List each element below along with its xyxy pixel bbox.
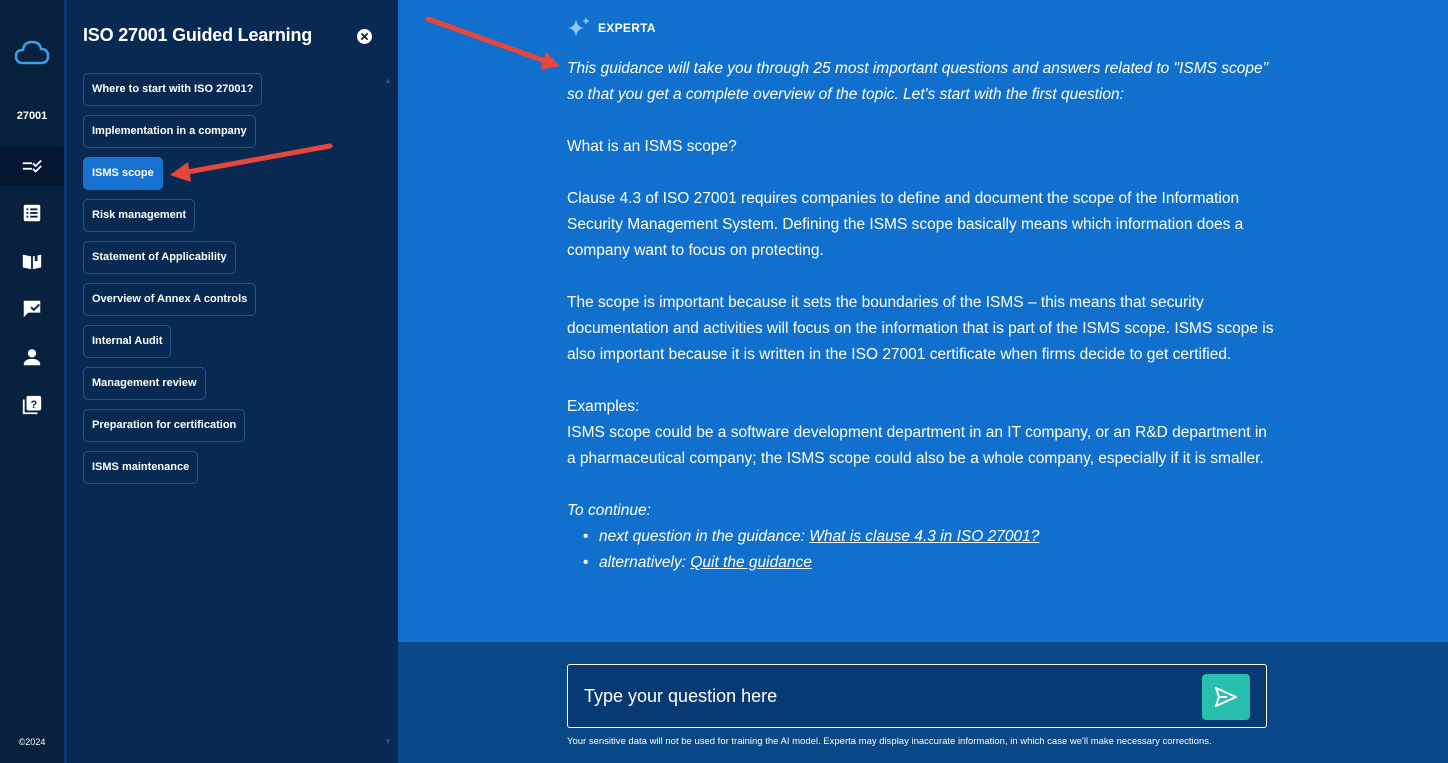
chat-check-icon [23, 300, 41, 318]
standard-code[interactable]: 27001 [0, 110, 64, 122]
user-icon [23, 349, 41, 366]
checklist-icon [22, 159, 42, 173]
close-panel-button[interactable] [357, 29, 372, 44]
answer-paragraph-2: The scope is important because it sets t… [567, 294, 1274, 363]
alt-prefix: alternatively: [599, 554, 691, 571]
assistant-message: This guidance will take you through 25 m… [567, 56, 1277, 576]
input-area: Your sensitive data will not be used for… [398, 642, 1448, 763]
cloud-logo-icon[interactable] [14, 38, 50, 68]
topic-list: Where to start with ISO 27001? Implement… [83, 73, 383, 493]
panel-title: ISO 27001 Guided Learning [83, 25, 313, 45]
scroll-down-arrow[interactable]: ▼ [384, 737, 392, 746]
next-question-link[interactable]: What is clause 4.3 in ISO 27001? [809, 528, 1039, 545]
help-icon: ? [22, 395, 42, 415]
list-icon [23, 204, 41, 222]
copyright: ©2024 [18, 737, 46, 747]
topic-statement-of-applicability[interactable]: Statement of Applicability [83, 241, 236, 274]
topic-internal-audit[interactable]: Internal Audit [83, 325, 172, 358]
topic-implementation[interactable]: Implementation in a company [83, 115, 256, 148]
left-rail: 27001 ? ©2024 [0, 0, 64, 763]
topic-annex-a-controls[interactable]: Overview of Annex A controls [83, 283, 257, 316]
answer-paragraph-1: Clause 4.3 of ISO 27001 requires compani… [567, 190, 1244, 259]
continue-next-item: next question in the guidance: What is c… [581, 524, 1277, 550]
send-icon [1215, 687, 1237, 707]
next-prefix: next question in the guidance: [599, 528, 810, 545]
quit-guidance-link[interactable]: Quit the guidance [690, 554, 812, 571]
question-input-box [567, 664, 1267, 728]
disclaimer-text: Your sensitive data will not be used for… [567, 736, 1212, 747]
question-text: What is an ISMS scope? [567, 138, 737, 155]
topic-isms-maintenance[interactable]: ISMS maintenance [83, 451, 199, 484]
scroll-up-arrow[interactable]: ▲ [384, 76, 392, 85]
rail-library[interactable] [0, 242, 64, 280]
examples-block: Examples: ISMS scope could be a software… [567, 394, 1277, 472]
close-icon [360, 32, 369, 41]
svg-text:?: ? [30, 399, 37, 411]
topic-management-review[interactable]: Management review [83, 367, 206, 400]
rail-documents[interactable] [0, 194, 64, 232]
topic-risk-management[interactable]: Risk management [83, 199, 196, 232]
rail-help[interactable]: ? [0, 386, 64, 424]
continue-block: To continue: next question in the guidan… [567, 498, 1277, 576]
send-button[interactable] [1202, 674, 1250, 720]
examples-text: ISMS scope could be a software developme… [567, 424, 1267, 467]
examples-title: Examples: [567, 398, 640, 415]
rail-profile[interactable] [0, 338, 64, 376]
assistant-header: EXPERTA [566, 16, 656, 40]
continue-title: To continue: [567, 502, 651, 519]
chat-area: EXPERTA This guidance will take you thro… [398, 0, 1448, 642]
topic-where-to-start[interactable]: Where to start with ISO 27001? [83, 73, 263, 106]
topic-preparation-for-certification[interactable]: Preparation for certification [83, 409, 246, 442]
question-input[interactable] [584, 683, 1184, 709]
rail-chat[interactable] [0, 290, 64, 328]
guided-learning-panel: ISO 27001 Guided Learning ▲ Where to sta… [67, 0, 398, 763]
continue-quit-item: alternatively: Quit the guidance [581, 550, 1277, 576]
continue-options: next question in the guidance: What is c… [581, 524, 1277, 576]
intro-text: This guidance will take you through 25 m… [567, 60, 1269, 103]
rail-guided-learning[interactable] [0, 147, 64, 185]
book-icon [22, 254, 42, 270]
topic-isms-scope[interactable]: ISMS scope [83, 157, 163, 190]
sparkle-icon [568, 17, 590, 37]
assistant-name: EXPERTA [598, 21, 656, 35]
